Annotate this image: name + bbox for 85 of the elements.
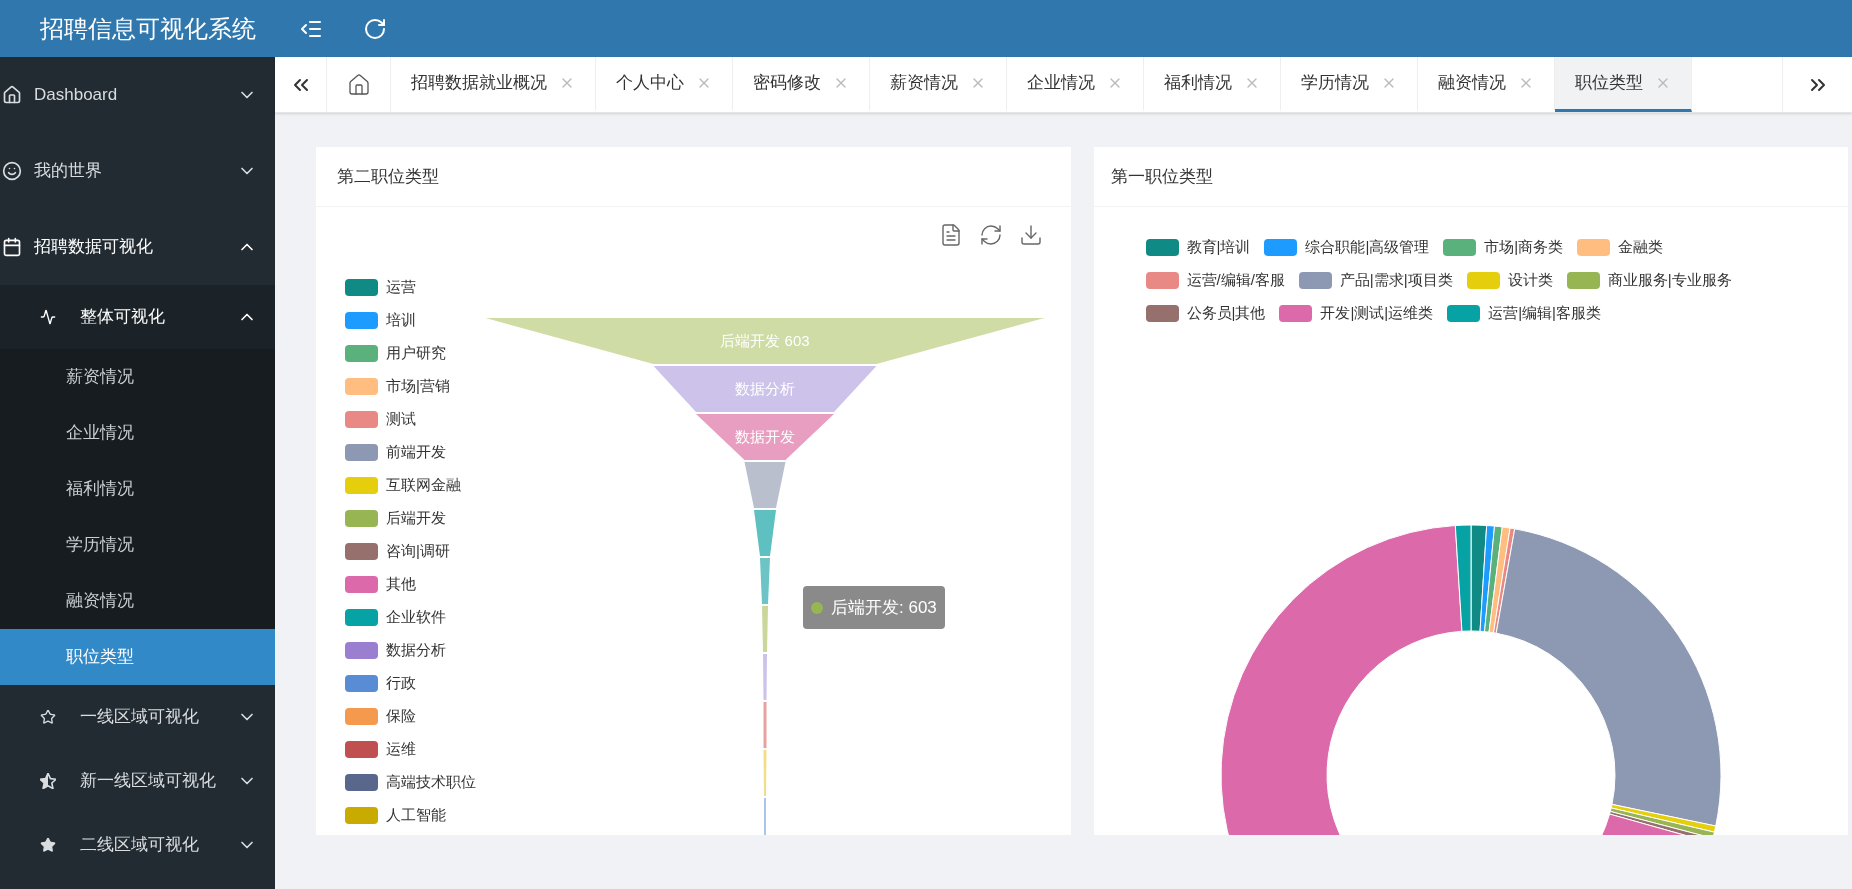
sidebar-link[interactable]: 职位类型 bbox=[0, 629, 275, 685]
app-title: 招聘信息可视化系统 bbox=[39, 13, 257, 44]
sidebar-link[interactable]: 企业情况 bbox=[0, 405, 275, 461]
half-star-icon bbox=[40, 773, 56, 789]
card-title: 第一职位类型 bbox=[1110, 165, 1213, 188]
pulse-icon bbox=[40, 309, 56, 325]
star-icon bbox=[40, 709, 56, 725]
legend-label[interactable]: 商业服务|专业服务 bbox=[1607, 268, 1732, 292]
donut-slice[interactable] bbox=[1454, 524, 1471, 632]
refresh-icon[interactable] bbox=[363, 16, 387, 41]
legend-label[interactable]: 后端开发 bbox=[386, 506, 446, 530]
sidebar-menu-item[interactable]: 招聘数据可视化 bbox=[0, 209, 275, 285]
legend-label[interactable]: 行政 bbox=[386, 671, 416, 695]
legend-label[interactable]: 用户研究 bbox=[386, 341, 446, 365]
page-tab[interactable]: 职位类型 bbox=[1555, 57, 1692, 112]
sidebar-menu-item[interactable]: 我的世界 bbox=[0, 133, 275, 209]
tab-label: 薪资情况 bbox=[890, 72, 958, 95]
legend-label[interactable]: 运维 bbox=[386, 737, 416, 761]
tab-label: 个人中心 bbox=[616, 72, 684, 95]
page-tab[interactable]: 个人中心 bbox=[596, 57, 733, 112]
funnel-segment[interactable] bbox=[762, 606, 768, 652]
tab-label: 密码修改 bbox=[753, 72, 821, 95]
legend-label[interactable]: 公务员|其他 bbox=[1186, 301, 1266, 325]
legend-label[interactable]: 市场|商务类 bbox=[1484, 235, 1564, 259]
funnel-label: 后端开发 603 bbox=[720, 332, 810, 349]
tab-label: 学历情况 bbox=[1301, 72, 1369, 95]
tab-label: 企业情况 bbox=[1027, 72, 1095, 95]
sidebar-link[interactable]: 福利情况 bbox=[0, 461, 275, 517]
legend-label[interactable]: 培训 bbox=[386, 308, 416, 332]
legend-label[interactable]: 人工智能 bbox=[386, 803, 446, 827]
funnel-segment[interactable] bbox=[763, 750, 767, 796]
legend-label[interactable]: 企业软件 bbox=[386, 605, 446, 629]
funnel-label: 数据开发 bbox=[735, 428, 795, 445]
funnel-segment[interactable] bbox=[763, 654, 767, 700]
sidebar-menu-item[interactable]: Dashboard bbox=[0, 57, 275, 133]
card-title: 第二职位类型 bbox=[337, 165, 439, 188]
sidebar-submenu-item[interactable]: 整体可视化 bbox=[0, 285, 275, 349]
legend-label[interactable]: 运营/编辑/客服 bbox=[1186, 268, 1285, 292]
home-icon bbox=[346, 72, 371, 97]
funnel-segment[interactable] bbox=[760, 558, 770, 604]
tab-label: 招聘数据就业概况 bbox=[411, 72, 547, 95]
funnel-segment[interactable] bbox=[485, 318, 1045, 364]
legend-label[interactable]: 互联网金融 bbox=[386, 473, 461, 497]
legend-label[interactable]: 数据分析 bbox=[386, 638, 446, 662]
tab-label: 职位类型 bbox=[1575, 72, 1643, 95]
tab-label: 福利情况 bbox=[1164, 72, 1232, 95]
tooltip-text: 后端开发: 603 bbox=[831, 596, 937, 619]
legend-label[interactable]: 设计类 bbox=[1507, 268, 1553, 292]
funnel-segment[interactable] bbox=[754, 510, 776, 556]
legend-label[interactable]: 综合职能|高级管理 bbox=[1305, 235, 1430, 259]
legend-label[interactable]: 运营 bbox=[386, 275, 416, 299]
funnel-segment[interactable] bbox=[696, 414, 834, 460]
star-icon bbox=[40, 837, 56, 853]
legend-label[interactable]: 前端开发 bbox=[386, 440, 446, 464]
funnel-segment[interactable] bbox=[744, 462, 786, 508]
legend-label[interactable]: 教育|培训 bbox=[1186, 235, 1251, 259]
sidebar-link[interactable]: 融资情况 bbox=[0, 573, 275, 629]
page-tab[interactable]: 学历情况 bbox=[1281, 57, 1418, 112]
legend-label[interactable]: 运营|编辑|客服类 bbox=[1488, 301, 1601, 325]
page-tab[interactable]: 薪资情况 bbox=[870, 57, 1007, 112]
tab-label: 融资情况 bbox=[1438, 72, 1506, 95]
menu-item-icon bbox=[2, 85, 22, 105]
legend-label[interactable]: 开发|测试|运维类 bbox=[1320, 301, 1434, 325]
page-tab[interactable]: 密码修改 bbox=[733, 57, 870, 112]
sidebar-link[interactable]: 薪资情况 bbox=[0, 349, 275, 405]
funnel-segment[interactable] bbox=[763, 702, 767, 748]
page-tab[interactable]: 福利情况 bbox=[1144, 57, 1281, 112]
legend-label[interactable]: 产品|需求|项目类 bbox=[1339, 268, 1453, 292]
legend-label[interactable]: 其他 bbox=[386, 572, 416, 596]
download-icon[interactable] bbox=[1018, 223, 1043, 247]
funnel-label: 数据分析 bbox=[735, 380, 795, 397]
donut-slice[interactable] bbox=[1495, 528, 1721, 827]
legend-label[interactable]: 咨询|调研 bbox=[386, 539, 450, 563]
menu-item-icon bbox=[2, 161, 22, 181]
page-tab[interactable]: 企业情况 bbox=[1007, 57, 1144, 112]
legend-label[interactable]: 市场|营销 bbox=[386, 374, 450, 398]
legend-label[interactable]: 保险 bbox=[386, 704, 416, 728]
funnel-segment[interactable] bbox=[653, 366, 877, 412]
legend-label[interactable]: 高端技术职位 bbox=[386, 770, 476, 794]
page-tab[interactable]: 招聘数据就业概况 bbox=[391, 57, 596, 112]
refresh-icon[interactable] bbox=[978, 223, 1003, 247]
legend-label[interactable]: 金融类 bbox=[1618, 235, 1664, 259]
sidebar-link[interactable]: 学历情况 bbox=[0, 517, 275, 573]
menu-item-icon bbox=[2, 237, 22, 257]
legend-label[interactable]: 测试 bbox=[386, 407, 416, 431]
